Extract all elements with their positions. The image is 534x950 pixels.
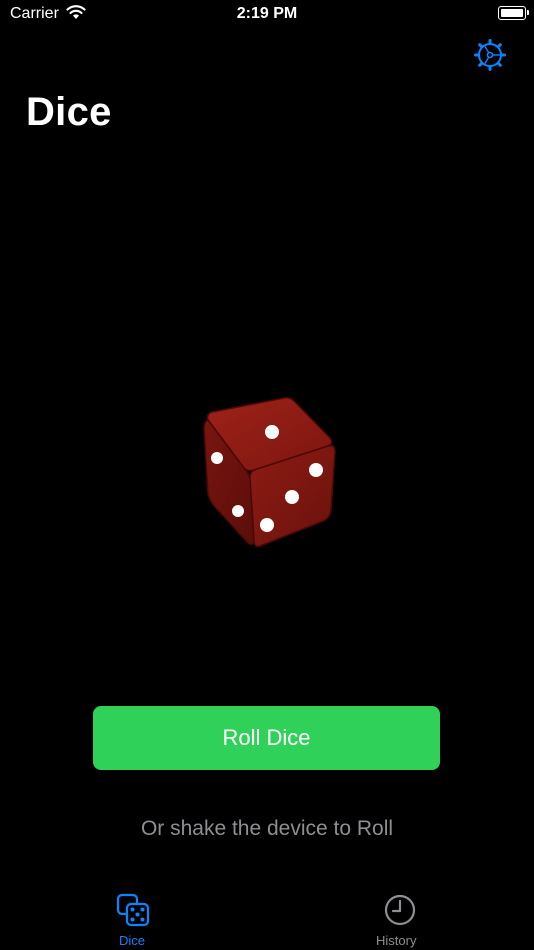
roll-dice-label: Roll Dice [222, 725, 311, 750]
dice-image [203, 397, 336, 548]
tab-dice[interactable]: Dice [0, 880, 267, 950]
gear-icon[interactable] [472, 37, 508, 73]
status-time: 2:19 PM [236, 5, 298, 22]
clock-icon [384, 894, 416, 926]
roll-dice-button[interactable]: Roll Dice [93, 706, 440, 770]
shake-hint-text: Or shake the device to Roll [140, 817, 394, 840]
tab-bar: Dice History [0, 880, 534, 950]
dice-icon [116, 893, 150, 927]
tab-history-label: History [376, 933, 417, 948]
tab-dice-label: Dice [119, 933, 146, 948]
tab-history[interactable]: History [267, 880, 534, 950]
battery-icon [498, 6, 529, 20]
status-bar: Carrier 2:19 PM [0, 0, 534, 28]
page-title: Dice [26, 90, 112, 134]
